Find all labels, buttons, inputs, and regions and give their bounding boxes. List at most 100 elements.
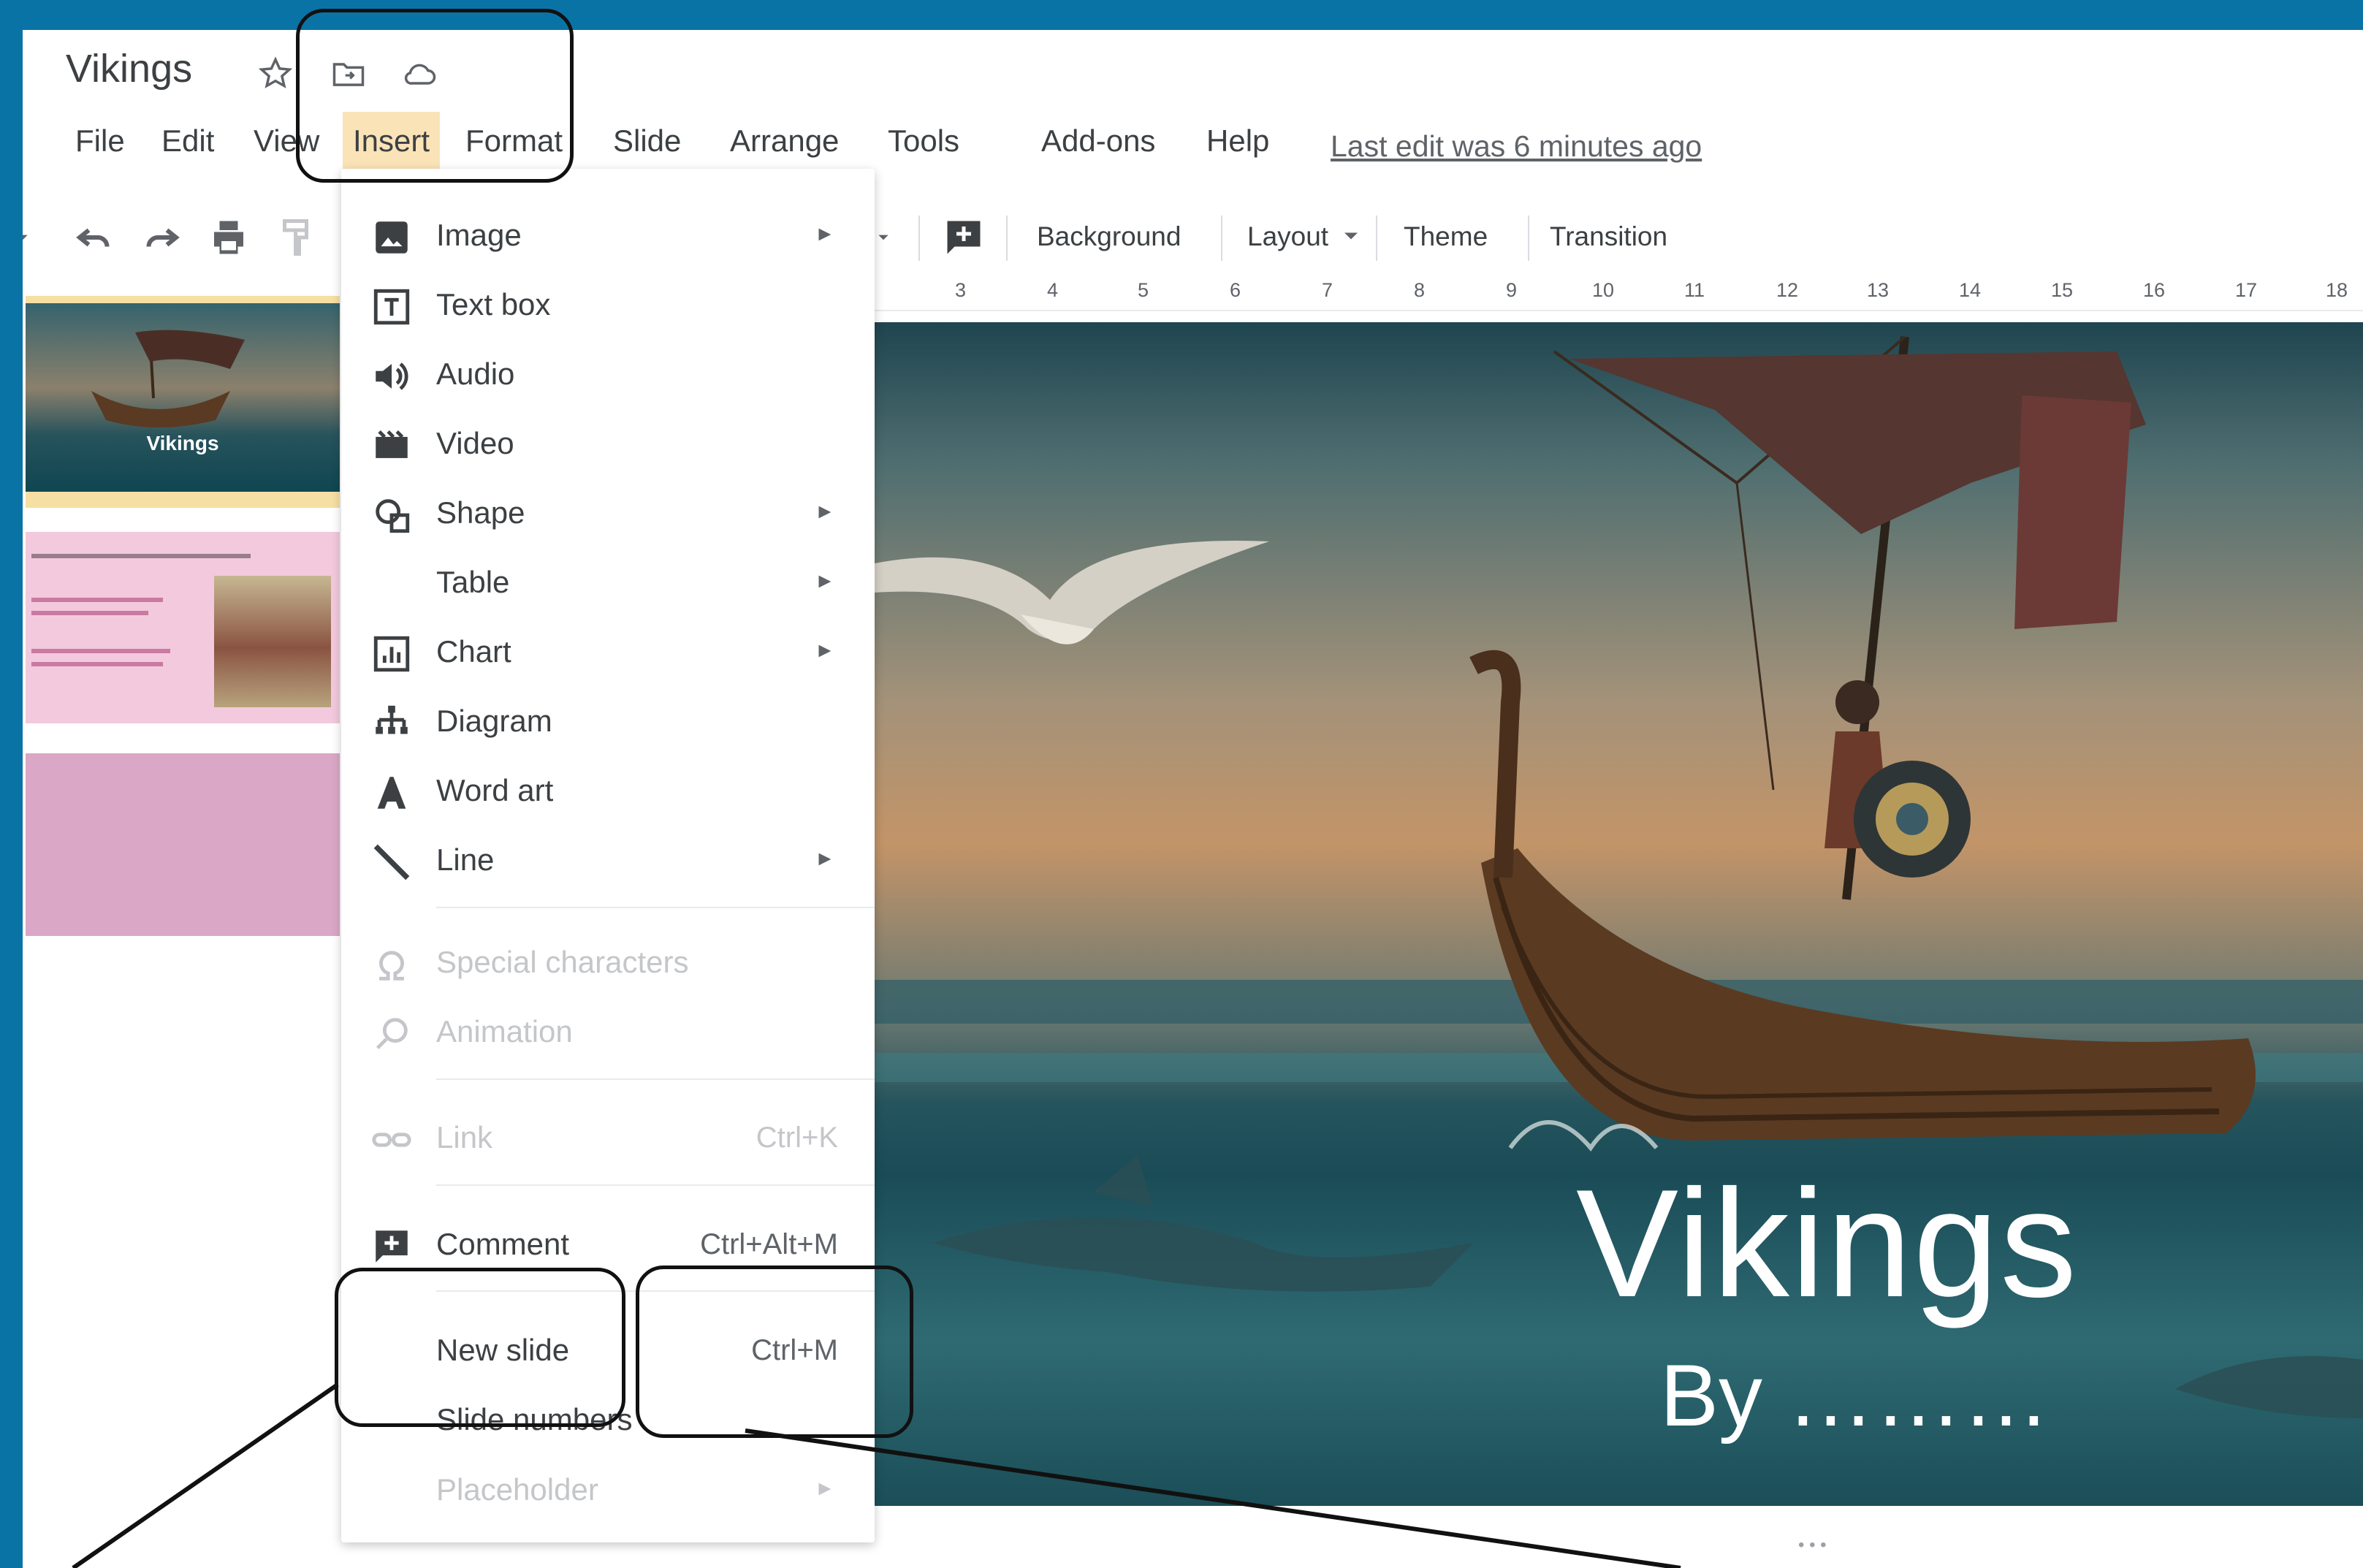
- image-icon: [370, 216, 413, 259]
- menu-divider: [436, 907, 875, 908]
- menu-divider: [436, 1078, 875, 1080]
- menu-slide[interactable]: Slide: [603, 112, 691, 170]
- ruler-tick: 8: [1414, 279, 1426, 301]
- last-edit-link[interactable]: Last edit was 6 minutes ago: [1331, 129, 1702, 164]
- undo-icon[interactable]: [72, 216, 116, 259]
- menu-item-label: Chart: [436, 634, 511, 669]
- thumbnail-text-line: [31, 649, 170, 653]
- menu-file[interactable]: File: [65, 112, 135, 170]
- menu-item-label: Word art: [436, 773, 554, 807]
- menu-item-label: Video: [436, 426, 514, 460]
- document-title[interactable]: Vikings: [66, 46, 192, 91]
- slide-thumbnail-3[interactable]: [26, 753, 340, 936]
- ruler-tick: 7: [1322, 279, 1333, 301]
- toolbar-divider: [1006, 216, 1008, 261]
- menu-item-table[interactable]: Table ►: [341, 550, 875, 616]
- slide-thumbnail-2[interactable]: [26, 532, 340, 723]
- star-icon[interactable]: [256, 55, 294, 93]
- menu-item-label: Link: [436, 1120, 493, 1154]
- ruler-tick: 5: [1138, 279, 1149, 301]
- menu-item-word-art[interactable]: Word art: [341, 758, 875, 824]
- layout-dropdown-icon[interactable]: [1338, 223, 1364, 249]
- menu-item-label: Comment: [436, 1227, 570, 1261]
- slide-subtitle[interactable]: By ………: [1660, 1345, 2050, 1446]
- toolbar-divider: [1528, 216, 1529, 261]
- thumbnail-text-line: [31, 662, 163, 666]
- submenu-arrow-icon: ►: [815, 222, 835, 245]
- submenu-arrow-icon: ►: [815, 500, 835, 522]
- transition-button[interactable]: Transition: [1550, 221, 1667, 252]
- menu-item-video[interactable]: Video: [341, 411, 875, 477]
- background-button[interactable]: Background: [1037, 221, 1181, 252]
- animation-icon: [370, 1013, 413, 1055]
- menu-tools[interactable]: Tools: [878, 112, 970, 170]
- ruler-tick: 15: [2051, 279, 2074, 301]
- add-comment-icon[interactable]: [942, 216, 986, 259]
- menu-edit[interactable]: Edit: [151, 112, 224, 170]
- annotation-box-shortcut: [636, 1266, 913, 1438]
- comment-icon: [370, 1225, 413, 1268]
- ruler-tick: 9: [1506, 279, 1518, 301]
- redo-icon[interactable]: [140, 216, 183, 259]
- menu-item-label: Image: [436, 218, 522, 252]
- annotation-box-insert: [296, 9, 574, 183]
- menu-item-animation[interactable]: Animation: [341, 1000, 875, 1065]
- canvas-resize-handle[interactable]: • • •: [1798, 1535, 1827, 1556]
- menu-item-link[interactable]: Link Ctrl+K: [341, 1105, 875, 1171]
- menu-item-shape[interactable]: Shape ►: [341, 481, 875, 547]
- toolbar-divider: [918, 216, 920, 261]
- chart-icon: [370, 633, 413, 675]
- line-icon: [370, 841, 413, 883]
- menu-help[interactable]: Help: [1196, 112, 1279, 170]
- menu-item-label: Text box: [436, 287, 551, 321]
- ruler-tick: 17: [2235, 279, 2258, 301]
- menu-item-line[interactable]: Line ►: [341, 828, 875, 894]
- menu-item-label: Special characters: [436, 945, 689, 979]
- menu-item-placeholder[interactable]: Placeholder ►: [341, 1458, 875, 1523]
- menu-item-audio[interactable]: Audio: [341, 342, 875, 408]
- menu-item-diagram[interactable]: Diagram: [341, 689, 875, 755]
- theme-button[interactable]: Theme: [1404, 221, 1488, 252]
- audio-icon: [370, 355, 413, 397]
- annotation-box-new-slide: [335, 1268, 625, 1427]
- paint-format-icon[interactable]: [275, 216, 319, 259]
- ruler-tick: 10: [1592, 279, 1615, 301]
- submenu-arrow-icon: ►: [815, 847, 835, 869]
- submenu-arrow-icon: ►: [815, 1477, 835, 1499]
- thumbnail-image: [26, 303, 340, 492]
- omega-icon: [370, 943, 413, 986]
- menu-item-shortcut: Ctrl+K: [756, 1122, 838, 1154]
- thumbnail-text-line: [31, 554, 251, 558]
- menu-item-text-box[interactable]: Text box: [341, 273, 875, 338]
- video-icon: [370, 425, 413, 467]
- menu-divider: [436, 1184, 875, 1186]
- print-icon[interactable]: [207, 216, 251, 259]
- ruler-tick: 16: [2143, 279, 2166, 301]
- diagram-icon: [370, 702, 413, 745]
- menu-add-ons[interactable]: Add-ons: [1031, 112, 1165, 170]
- menu-arrange[interactable]: Arrange: [720, 112, 849, 170]
- slide-thumbnail-1[interactable]: Vikings: [26, 296, 340, 508]
- submenu-arrow-icon: ►: [815, 639, 835, 661]
- text-box-icon: [370, 286, 413, 328]
- menu-item-label: Diagram: [436, 704, 552, 738]
- toolbar-divider: [1221, 216, 1222, 261]
- thumbnail-text-line: [31, 598, 163, 602]
- ruler-tick: 11: [1684, 279, 1705, 301]
- toolbar-divider: [1376, 216, 1377, 261]
- slide-canvas[interactable]: Vikings By ………: [875, 322, 2363, 1506]
- ruler-tick: 14: [1959, 279, 1982, 301]
- ruler-tick: 12: [1776, 279, 1799, 301]
- submenu-arrow-icon: ►: [815, 569, 835, 592]
- slide-title[interactable]: Vikings: [1576, 1155, 2078, 1332]
- menu-item-image[interactable]: Image ►: [341, 203, 875, 269]
- word-art-icon: [370, 772, 413, 814]
- shape-icon: [370, 494, 413, 536]
- menu-item-shortcut: Ctrl+Alt+M: [700, 1228, 838, 1260]
- new-slide-dropdown-icon[interactable]: [23, 216, 37, 259]
- menu-item-chart[interactable]: Chart ►: [341, 620, 875, 685]
- layout-button[interactable]: Layout: [1247, 221, 1328, 252]
- ruler-tick: 13: [1867, 279, 1890, 301]
- menu-item-special-characters[interactable]: Special characters: [341, 930, 875, 996]
- link-icon: [370, 1119, 413, 1161]
